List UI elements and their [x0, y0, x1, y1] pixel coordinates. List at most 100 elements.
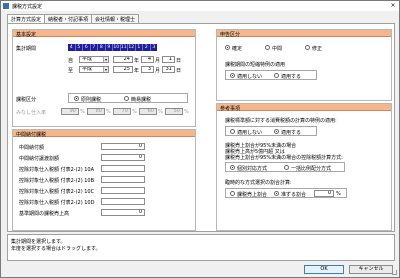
period-label: 集計期間 — [16, 46, 37, 52]
midterm-row-input[interactable]: 0 — [101, 154, 145, 161]
deemed-rate-1[interactable]: 90 — [61, 108, 79, 115]
radio-special-no-label: 適用しない — [237, 74, 263, 80]
q3-rate-input[interactable]: 0 — [314, 190, 334, 197]
radio-q3-equiv[interactable] — [274, 191, 279, 196]
month-cell[interactable]: 12 — [128, 44, 136, 51]
to-day-input[interactable]: 31 — [162, 66, 175, 73]
radio-amended-label: 修正 — [312, 46, 323, 52]
month-cell[interactable]: 8 — [98, 44, 106, 51]
radio-final-label: 確定 — [232, 46, 243, 52]
radio-q2-lump[interactable] — [284, 165, 289, 170]
month-cell[interactable]: 4 — [68, 44, 76, 51]
q2-group: 個別対応方式 一括比例配分方式 — [225, 162, 345, 172]
tab-taxpayer[interactable]: 納税者・付記事項 — [44, 14, 93, 23]
basic-settings-panel: 基本設定 集計期間 4 5 6 7 8 9 10 11 12 1 2 3 自 平成 ▾ 24 年 4 月… — [12, 29, 196, 127]
radio-special-no[interactable] — [230, 73, 235, 78]
percent-unit: % — [184, 109, 189, 115]
month-cell[interactable]: 11 — [121, 44, 128, 51]
midterm-row-label: 控除対象仕入税額 付表2-(2) 10A — [19, 167, 95, 173]
deemed-rate-5[interactable]: 50 — [165, 108, 183, 115]
month-cell[interactable]: 2 — [143, 44, 151, 51]
to-year-input[interactable]: 25 — [113, 66, 133, 73]
midterm-row-input[interactable] — [101, 165, 145, 172]
month-cell[interactable]: 9 — [106, 44, 113, 51]
radio-interim-label: 中間 — [272, 46, 283, 52]
reference-panel: 参考事項 課税標準額に対する消費税額の計算の特例の適用: 適用しない 適用する … — [216, 103, 392, 231]
midterm-row-input[interactable] — [101, 176, 145, 183]
radio-q1-yes-label: 適用する — [281, 130, 302, 136]
deemed-rate-4[interactable]: 60 — [139, 108, 157, 115]
month-cell[interactable]: 3 — [151, 44, 158, 51]
deemed-rate-2[interactable]: 80 — [87, 108, 105, 115]
month-cell[interactable]: 10 — [113, 44, 121, 51]
from-month-input[interactable]: 4 — [141, 56, 154, 63]
resize-grip[interactable] — [392, 270, 397, 275]
message-line-1: 集計期間を選択します。 — [11, 239, 66, 245]
panel-title: 参考事項 — [220, 106, 241, 112]
month-cell[interactable]: 5 — [76, 44, 83, 51]
radio-amended[interactable] — [305, 45, 310, 50]
midterm-row-label: 中間納付譲渡割額 — [19, 156, 60, 162]
declaration-panel: 申告区分 確定 中間 修正 課税期間の短縮特例の適用 適用しない 適用する — [216, 29, 392, 101]
to-era-select[interactable]: 平成 ▾ — [79, 66, 109, 73]
to-day-unit: 日 — [176, 68, 182, 74]
panel-title: 中間納付課税 — [16, 132, 47, 138]
midterm-row-input[interactable] — [101, 198, 145, 205]
midterm-row-label: 控除対象仕入税額 付表2-(2) 10C — [19, 189, 95, 195]
radio-q3-equiv-label: 准ずる割合 — [281, 192, 307, 198]
panel-title: 基本設定 — [16, 32, 37, 38]
midterm-row-input[interactable]: 0 — [101, 143, 145, 150]
midterm-row-label: 中間納付額 — [19, 145, 45, 151]
percent-unit: % — [80, 109, 85, 115]
cancel-button[interactable]: キャンセル — [349, 265, 393, 274]
from-era-select[interactable]: 平成 ▾ — [79, 56, 109, 63]
deemed-rate-3[interactable]: 70 — [113, 108, 131, 115]
close-button[interactable]: × — [389, 2, 397, 10]
q3-label: 臨時的な方式選択の割合計算: — [225, 180, 292, 186]
q3-group: 課税売上割合 准ずる割合 0 % — [225, 188, 347, 198]
to-month-unit: 月 — [155, 68, 161, 74]
title-bar: 課税方式設定 × — [1, 1, 399, 11]
midterm-row-input[interactable] — [101, 187, 145, 194]
radio-q3-ratio[interactable] — [230, 191, 235, 196]
radio-principle[interactable] — [74, 96, 79, 101]
radio-q1-no[interactable] — [230, 129, 235, 134]
radio-q1-yes[interactable] — [274, 129, 279, 134]
to-month-input[interactable]: 3 — [141, 66, 154, 73]
radio-interim[interactable] — [265, 45, 270, 50]
to-year-unit: 年 — [134, 68, 140, 74]
percent-unit: % — [132, 109, 137, 115]
from-year-unit: 年 — [134, 58, 140, 64]
chevron-down-icon: ▾ — [103, 67, 108, 72]
radio-simplified-label: 簡易課税 — [131, 97, 152, 103]
percent-unit: % — [106, 109, 111, 115]
from-label: 自 — [68, 58, 74, 64]
tab-strip: 計算方式設定 納税者・付記事項 会社情報・税理士 — [7, 14, 140, 24]
special-group: 適用しない 適用する — [225, 70, 317, 80]
midterm-row-label: 控除対象仕入税額 付表2-(2) 10B — [19, 178, 95, 184]
from-year-input[interactable]: 24 — [113, 56, 133, 63]
tax-class-group: 原則課税 簡易課税 — [68, 93, 188, 103]
from-day-input[interactable]: 1 — [162, 56, 175, 63]
radio-q2-individual[interactable] — [230, 165, 235, 170]
panel-header: 参考事項 — [217, 104, 391, 112]
radio-q1-no-label: 適用しない — [237, 130, 263, 136]
panel-title: 申告区分 — [220, 32, 241, 38]
radio-q2-lump-label: 一括比例配分方式 — [291, 166, 332, 172]
tab-company-info[interactable]: 会社情報・税理士 — [91, 14, 140, 23]
radio-special-yes-label: 適用する — [281, 74, 302, 80]
midterm-panel: 中間納付課税 中間納付額 0 中間納付譲渡割額 0 控除対象仕入税額 付表2-(2) 1… — [12, 129, 196, 231]
month-cell[interactable]: 1 — [136, 44, 143, 51]
ok-button[interactable]: OK — [304, 265, 344, 274]
q1-label: 課税標準額に対する消費税額の計算の特例の適用: — [225, 118, 337, 124]
month-selector[interactable]: 4 5 6 7 8 9 10 11 12 1 2 3 — [68, 44, 157, 51]
month-cell[interactable]: 7 — [91, 44, 98, 51]
panel-header: 基本設定 — [13, 30, 195, 38]
radio-simplified[interactable] — [124, 96, 129, 101]
tax-class-label: 課税区分 — [16, 97, 37, 103]
radio-special-yes[interactable] — [274, 73, 279, 78]
radio-final[interactable] — [225, 45, 230, 50]
panel-header: 申告区分 — [217, 30, 391, 38]
midterm-row-input[interactable]: 0 — [101, 209, 145, 216]
month-cell[interactable]: 6 — [83, 44, 91, 51]
